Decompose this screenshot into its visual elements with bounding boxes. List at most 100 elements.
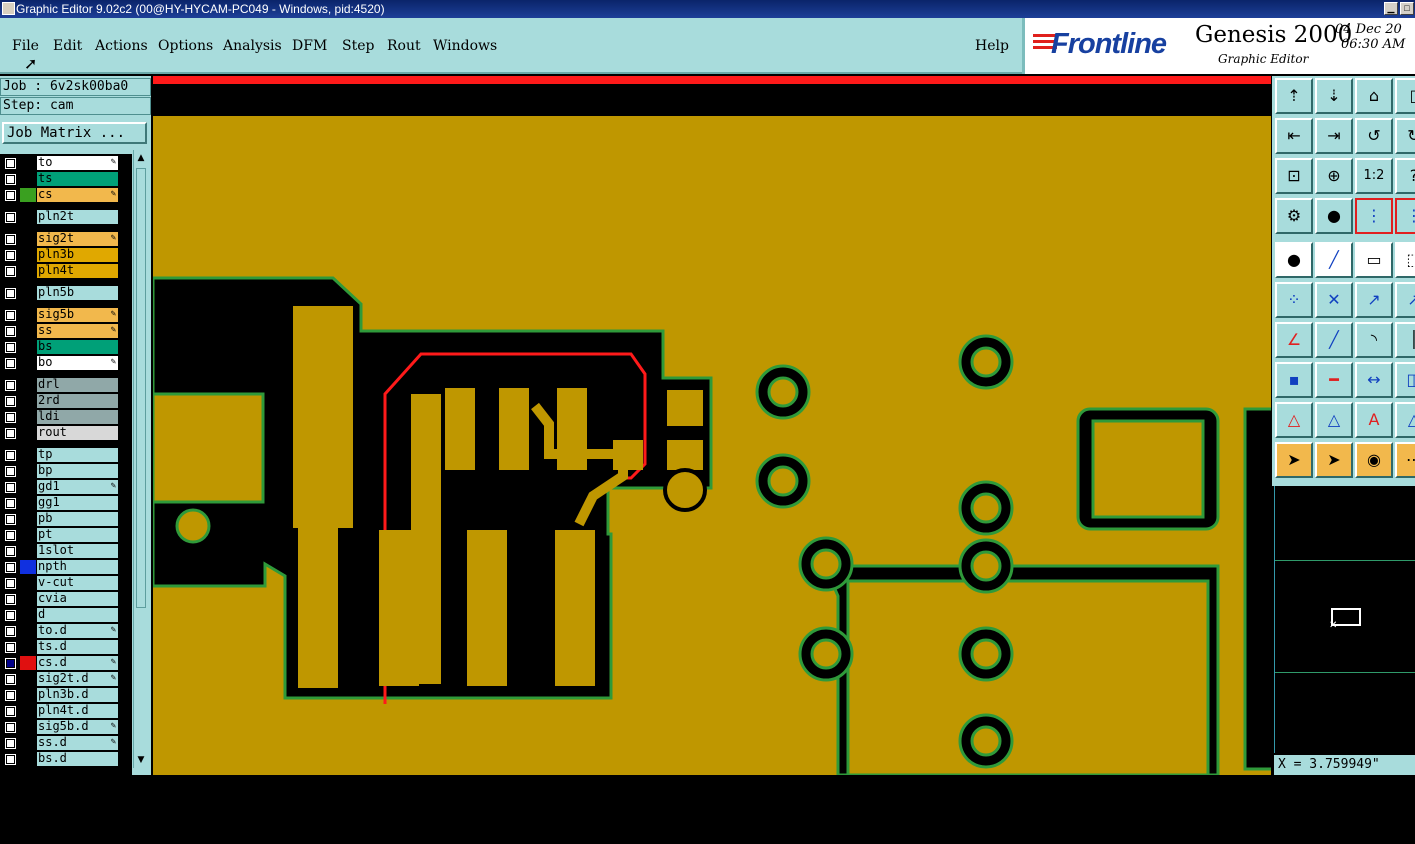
menu-help[interactable]: Help: [975, 38, 1009, 54]
layer-row[interactable]: ldi: [0, 410, 120, 424]
component-icon[interactable]: ◫: [1395, 362, 1415, 398]
layer-color-swatch[interactable]: [20, 672, 36, 686]
layer-color-swatch[interactable]: [20, 172, 36, 186]
pcb-canvas[interactable]: [153, 76, 1271, 775]
layer-row[interactable]: pln2t: [0, 210, 120, 224]
arc-icon[interactable]: ◝: [1355, 322, 1393, 358]
layer-checkbox[interactable]: [5, 754, 16, 765]
scale-icon[interactable]: 1:2: [1355, 158, 1393, 194]
layer-row[interactable]: 2rd: [0, 394, 120, 408]
layer-row[interactable]: bo ✎: [0, 356, 120, 370]
layer-row[interactable]: pln4t.d: [0, 704, 120, 718]
layer-name[interactable]: 1slot: [37, 544, 118, 558]
layer-color-swatch[interactable]: [20, 496, 36, 510]
triangle-icon[interactable]: △: [1275, 402, 1313, 438]
layer-name[interactable]: pln2t: [37, 210, 118, 224]
probe-icon[interactable]: ●: [1315, 198, 1353, 234]
select-point-icon[interactable]: ●: [1275, 242, 1313, 278]
scroll-down-icon[interactable]: ▼: [135, 754, 147, 766]
layer-checkbox[interactable]: [5, 674, 16, 685]
angle-icon[interactable]: ∠: [1275, 322, 1313, 358]
layer-checkbox[interactable]: [5, 546, 16, 557]
layer-checkbox[interactable]: [5, 466, 16, 477]
layer-row[interactable]: tp: [0, 448, 120, 462]
layer-color-swatch[interactable]: [20, 752, 36, 766]
layer-row[interactable]: ts: [0, 172, 120, 186]
layer-checkbox[interactable]: [5, 450, 16, 461]
menu-windows[interactable]: Windows: [433, 38, 497, 54]
layer-color-swatch[interactable]: [20, 156, 36, 170]
layer-row[interactable]: bp: [0, 464, 120, 478]
layer-color-swatch[interactable]: [20, 560, 36, 574]
cross-icon[interactable]: ✕: [1315, 282, 1353, 318]
layer-color-swatch[interactable]: [20, 736, 36, 750]
layer-color-swatch[interactable]: [20, 512, 36, 526]
layer-checkbox[interactable]: [5, 190, 16, 201]
layer-name[interactable]: pln4t: [37, 264, 118, 278]
redo-icon[interactable]: ↻: [1395, 118, 1415, 154]
layer-row[interactable]: ts.d: [0, 640, 120, 654]
layer-name[interactable]: cs.d ✎: [37, 656, 118, 670]
layer-row[interactable]: ss ✎: [0, 324, 120, 338]
layer-color-swatch[interactable]: [20, 720, 36, 734]
layer-color-swatch[interactable]: [20, 528, 36, 542]
layer-name[interactable]: pln3b.d: [37, 688, 118, 702]
layer-checkbox[interactable]: [5, 690, 16, 701]
layer-color-swatch[interactable]: [20, 448, 36, 462]
layer-name[interactable]: sig5b ✎: [37, 308, 118, 322]
layer-name[interactable]: sig2t.d ✎: [37, 672, 118, 686]
layer-row[interactable]: cs.d ✎: [0, 656, 120, 670]
layer-checkbox[interactable]: [5, 722, 16, 733]
layer-name[interactable]: bp: [37, 464, 118, 478]
menu-dfm[interactable]: DFM: [292, 38, 327, 54]
pointer-icon[interactable]: ↗: [1395, 282, 1415, 318]
segment-icon[interactable]: ━: [1315, 362, 1353, 398]
layer-color-swatch[interactable]: [20, 656, 36, 670]
layer-name[interactable]: drl: [37, 378, 118, 392]
layer-checkbox[interactable]: [5, 174, 16, 185]
layer-color-swatch[interactable]: [20, 264, 36, 278]
layer-color-swatch[interactable]: [20, 624, 36, 638]
layer-color-swatch[interactable]: [20, 324, 36, 338]
layer-row[interactable]: pb: [0, 512, 120, 526]
layer-color-swatch[interactable]: [20, 188, 36, 202]
dimension-icon[interactable]: ↔: [1355, 362, 1393, 398]
undo-icon[interactable]: ↺: [1355, 118, 1393, 154]
layer-name[interactable]: sig2t ✎: [37, 232, 118, 246]
measure-icon[interactable]: ▭: [1355, 242, 1393, 278]
layer-checkbox[interactable]: [5, 412, 16, 423]
layer-name[interactable]: pln3b: [37, 248, 118, 262]
layer-row[interactable]: sig5b ✎: [0, 308, 120, 322]
layer-checkbox[interactable]: [5, 626, 16, 637]
layer-checkbox[interactable]: [5, 482, 16, 493]
netlist2-icon[interactable]: ⋮: [1395, 198, 1415, 234]
layer-checkbox[interactable]: [5, 428, 16, 439]
layer-name[interactable]: cs ✎: [37, 188, 118, 202]
select-box-icon[interactable]: ➤: [1315, 442, 1353, 478]
layer-name[interactable]: sig5b.d ✎: [37, 720, 118, 734]
layer-checkbox[interactable]: [5, 358, 16, 369]
layer-row[interactable]: pln4t: [0, 264, 120, 278]
layer-checkbox[interactable]: [5, 396, 16, 407]
layer-checkbox[interactable]: [5, 738, 16, 749]
layer-name[interactable]: rout: [37, 426, 118, 440]
netlist-icon[interactable]: ⋮: [1355, 198, 1393, 234]
layer-checkbox[interactable]: [5, 642, 16, 653]
layer-name[interactable]: bo ✎: [37, 356, 118, 370]
layer-checkbox[interactable]: [5, 578, 16, 589]
layer-row[interactable]: gd1 ✎: [0, 480, 120, 494]
layer-checkbox[interactable]: [5, 212, 16, 223]
layer-color-swatch[interactable]: [20, 608, 36, 622]
layer-checkbox[interactable]: [5, 530, 16, 541]
layer-name[interactable]: to ✎: [37, 156, 118, 170]
export-icon[interactable]: ⇥: [1315, 118, 1353, 154]
edge-icon[interactable]: │: [1395, 322, 1415, 358]
layer-name[interactable]: ts: [37, 172, 118, 186]
layer-name[interactable]: gg1: [37, 496, 118, 510]
open-icon[interactable]: ⇡: [1275, 78, 1313, 114]
layer-name[interactable]: v-cut: [37, 576, 118, 590]
layer-scrollbar[interactable]: ▲ ▼: [133, 150, 148, 768]
layer-color-swatch[interactable]: [20, 248, 36, 262]
layer-color-swatch[interactable]: [20, 576, 36, 590]
tools-icon[interactable]: ⚙: [1275, 198, 1313, 234]
